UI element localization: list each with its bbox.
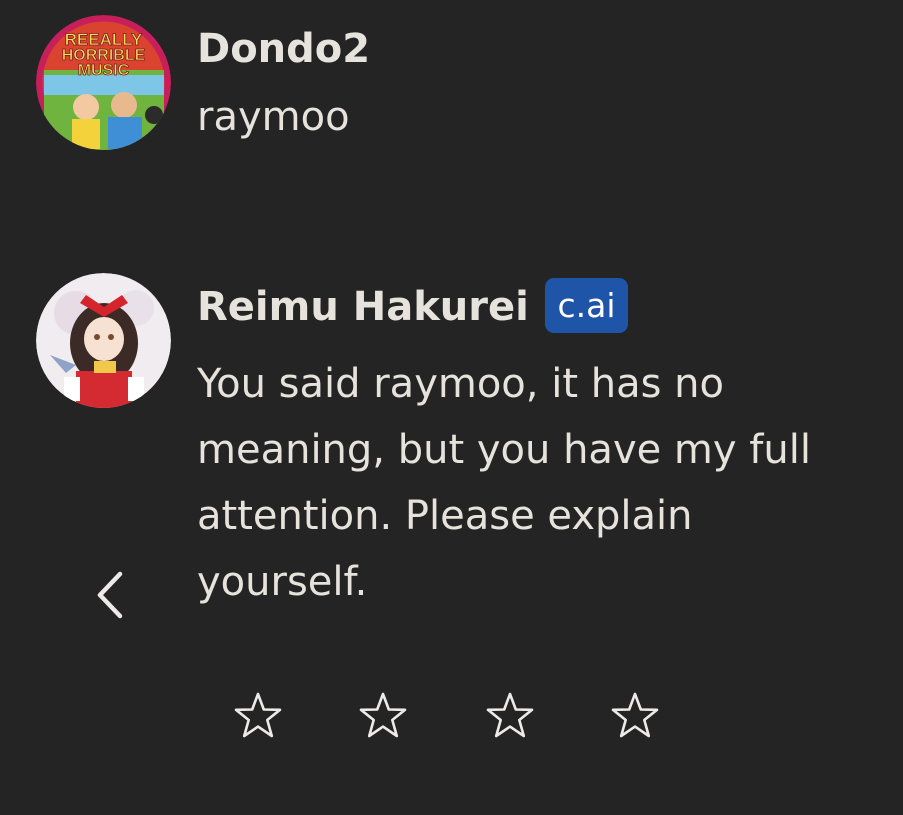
album-cover-icon: REEALLY HORRIBLE MUSIC [36,15,171,150]
user-name[interactable]: Dondo2 [197,25,370,73]
star-outline-icon [486,692,534,738]
cai-badge: c.ai [545,278,628,333]
character-name[interactable]: Reimu Hakurei [197,283,529,331]
star-outline-icon [611,692,659,738]
rating-star-2[interactable] [358,690,408,742]
rating-star-4[interactable] [610,690,660,742]
rating-star-1[interactable] [233,690,283,742]
rating-stars [0,690,903,750]
character-avatar[interactable] [36,273,171,408]
user-avatar[interactable]: REEALLY HORRIBLE MUSIC [36,15,171,150]
user-message-text: raymoo [197,94,350,140]
previous-response-button[interactable] [88,566,132,624]
anime-character-icon [36,273,171,408]
rating-star-3[interactable] [485,690,535,742]
chevron-left-icon [97,571,123,619]
character-message-text: You said raymoo, it has no meaning, but … [197,361,811,605]
star-outline-icon [359,692,407,738]
album-title-line-3: MUSIC [78,62,130,79]
star-outline-icon [234,692,282,738]
